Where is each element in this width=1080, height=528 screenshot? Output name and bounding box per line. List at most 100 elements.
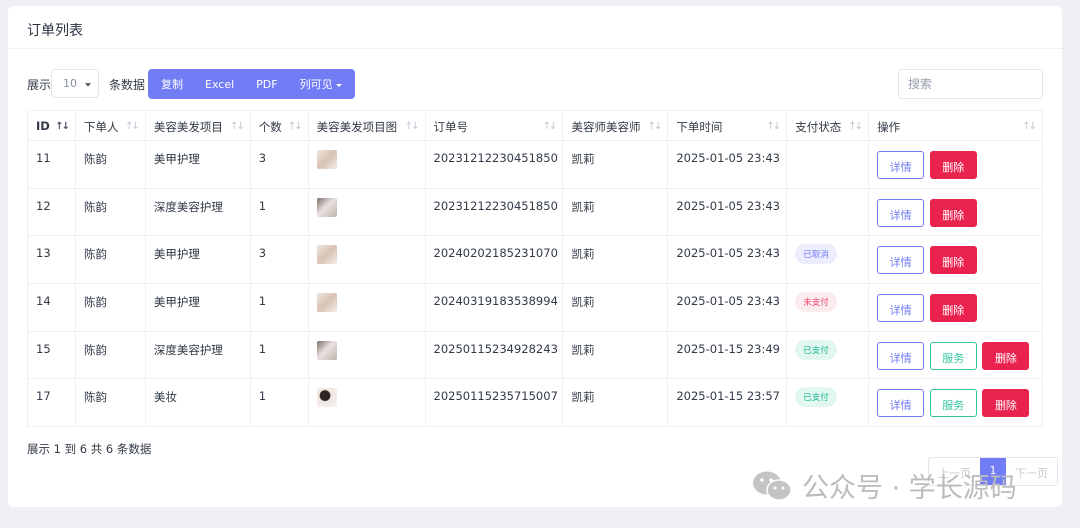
project-thumbnail[interactable] [316,340,337,360]
detail-button[interactable]: 详情 [877,341,925,370]
cell-project: 美甲护理 [144,140,251,189]
cell-project: 美甲护理 [144,283,251,332]
cell-status: 已支付 [786,330,870,380]
table-row: 14 陈韵 美甲护理 1 20240319183538994 凯莉 2025-0… [27,283,1043,332]
table-row: 11 陈韵 美甲护理 3 20231212230451850 凯莉 2025-0… [27,140,1043,189]
cell-project: 美妆 [144,378,251,428]
table-info: 展示 1 到 6 共 6 条数据 [27,442,152,456]
excel-button[interactable]: Excel [194,78,245,91]
cell-project: 深度美容护理 [144,330,251,380]
project-thumbnail[interactable] [316,150,337,169]
cell-time: 2025-01-15 23:57 [667,378,788,428]
cell-time: 2025-01-05 23:43 [667,283,788,332]
card-title: 订单列表 [8,6,1062,49]
detail-button[interactable]: 详情 [877,294,925,323]
detail-button[interactable]: 详情 [877,198,925,227]
pdf-button[interactable]: PDF [245,78,288,91]
cell-customer: 陈韵 [74,378,146,428]
cell-customer: 陈韵 [74,140,146,189]
caret-down-icon [335,83,342,87]
column-header-id[interactable]: ID ↑↓ [27,110,76,141]
service-button[interactable]: 服务 [929,341,977,370]
sort-icon: ↑↓ [229,121,245,132]
cell-id: 15 [27,330,76,380]
cell-status: 已支付 [786,378,870,428]
column-header-label: ID [36,119,50,133]
cell-time: 2025-01-05 23:43 [667,187,788,237]
table-row: 15 陈韵 深度美容护理 1 20250115234928243 凯莉 2025… [27,330,1043,380]
delete-button[interactable]: 删除 [982,389,1030,418]
cell-customer: 陈韵 [74,283,146,332]
cell-id: 17 [27,378,76,428]
watermark-text: 公众号 · 学长源码 [802,473,1017,504]
export-button-group: 复制 Excel PDF 列可见 [148,69,355,99]
cell-order-no: 20231212230451850 [424,140,564,189]
cell-stylist: 凯莉 [562,235,669,285]
cell-actions: 详情 服务 删除 [868,330,1043,380]
project-thumbnail[interactable] [316,245,337,265]
cell-count: 3 [249,140,309,189]
cell-count: 1 [249,330,309,380]
cell-id: 14 [27,283,76,332]
table-row: 12 陈韵 深度美容护理 1 20231212230451850 凯莉 2025… [27,187,1043,237]
page-size-select[interactable]: 10 [51,69,99,98]
column-header-label: 支付状态 [795,120,842,134]
column-header-customer[interactable]: 下单人 ↑↓ [74,110,146,141]
cell-actions: 详情 删除 [868,283,1043,332]
column-header-label: 下单人 [83,120,119,134]
column-header-stylist[interactable]: 美容师美容师 ↑↓ [562,110,669,141]
cell-status: 未支付 [786,283,870,332]
cell-actions: 详情 服务 删除 [868,378,1043,428]
cell-time: 2025-01-05 23:43 [667,140,788,189]
chevron-down-icon [85,83,91,87]
project-thumbnail[interactable] [316,388,337,408]
detail-button[interactable]: 详情 [877,389,925,418]
status-badge: 已取消 [795,244,837,265]
delete-button[interactable]: 删除 [929,294,977,323]
show-label: 展示 [27,78,52,92]
service-button[interactable]: 服务 [929,389,977,418]
cell-project-image [307,235,426,285]
column-header-project[interactable]: 美容美发项目 ↑↓ [144,110,251,141]
sort-icon: ↑↓ [125,121,140,132]
delete-button[interactable]: 删除 [929,151,977,179]
cell-order-no: 20250115235715007 [424,378,564,428]
column-visibility-button[interactable]: 列可见 [289,76,353,92]
copy-button[interactable]: 复制 [148,76,194,92]
delete-button[interactable]: 删除 [929,246,977,275]
column-header-status[interactable]: 支付状态 ↑↓ [786,110,870,141]
cell-stylist: 凯莉 [562,378,669,428]
cell-project: 深度美容护理 [144,187,251,237]
column-header-label: 美容美发项目图 [316,120,398,134]
cell-count: 1 [249,378,309,428]
table-row: 13 陈韵 美甲护理 3 20240202185231070 凯莉 2025-0… [27,235,1043,285]
cell-stylist: 凯莉 [562,330,669,380]
delete-button[interactable]: 删除 [982,341,1030,370]
sort-icon: ↑↓ [848,121,863,132]
column-header-count[interactable]: 个数 ↑↓ [249,110,309,141]
orders-table: ID ↑↓ 下单人 ↑↓ 美容美发项目 ↑↓ 个数 ↑↓ 美容美发项目图 ↑↓ 订单号 ↑↓… [27,110,1043,428]
cell-project-image [307,140,426,189]
cell-count: 1 [249,187,309,237]
column-header-label: 美容师美容师 [571,120,641,134]
detail-button[interactable]: 详情 [877,151,925,179]
cell-customer: 陈韵 [74,330,146,380]
detail-button[interactable]: 详情 [877,246,925,275]
cell-project-image [307,283,426,332]
column-header-actions[interactable]: 操作 ↑↓ [868,110,1043,141]
cell-time: 2025-01-05 23:43 [667,235,788,285]
cell-id: 12 [27,187,76,237]
cell-project-image [307,330,426,380]
column-header-order-no[interactable]: 订单号 ↑↓ [424,110,564,141]
column-header-time[interactable]: 下单时间 ↑↓ [667,110,788,141]
cell-order-no: 20240202185231070 [424,235,564,285]
column-header-project-image[interactable]: 美容美发项目图 ↑↓ [307,110,426,141]
sort-icon: ↑↓ [647,121,663,132]
search-input[interactable] [898,69,1043,99]
project-thumbnail[interactable] [316,197,337,217]
project-thumbnail[interactable] [316,293,337,313]
cell-count: 3 [249,235,309,285]
delete-button[interactable]: 删除 [929,198,977,227]
wechat-icon [753,471,792,501]
status-badge: 未支付 [795,292,837,313]
